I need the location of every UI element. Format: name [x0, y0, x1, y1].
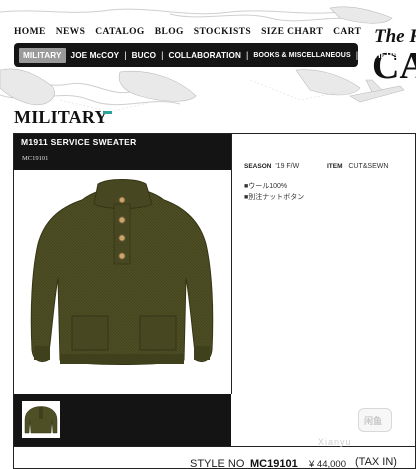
- product-code-bar: MC19101: [14, 150, 231, 170]
- tax-note: (TAX IN): [355, 456, 397, 468]
- product-thumbnail[interactable]: [22, 401, 60, 438]
- price-divider: [14, 446, 416, 447]
- category-collaboration[interactable]: COLLABORATION: [163, 51, 246, 60]
- sweater-thumbnail-image: [24, 406, 58, 434]
- price: ¥ 44,000: [309, 459, 346, 469]
- style-number-label: STYLE NO: [190, 458, 245, 469]
- nav-home[interactable]: HOME: [14, 27, 46, 37]
- material-spec: ■ウール100%: [244, 183, 288, 190]
- title-accent-mark: [103, 111, 112, 114]
- item-label: ITEM: [327, 163, 343, 170]
- page-title: MILITARY: [14, 107, 108, 127]
- product-name: M1911 SERVICE SWEATER: [21, 137, 137, 147]
- nav-news[interactable]: NEWS: [56, 27, 86, 37]
- product-code: MC19101: [22, 155, 49, 162]
- category-joe-mccoy[interactable]: JOE McCOY: [66, 51, 125, 60]
- season-spec: SEASON '19 F/W: [244, 163, 299, 170]
- category-bar: MILITARY JOE McCOY | BUCO | COLLABORATIO…: [14, 43, 398, 67]
- nav-stockists[interactable]: STOCKISTS: [194, 27, 251, 37]
- sweater-image: [30, 179, 214, 365]
- category-military[interactable]: MILITARY: [19, 47, 66, 63]
- style-number: MC19101: [250, 458, 298, 469]
- nav-blog[interactable]: BLOG: [155, 27, 184, 37]
- season-value: '19 F/W: [275, 163, 300, 170]
- item-value: CUT&SEWN: [348, 163, 389, 170]
- top-nav: HOME NEWS CATALOG BLOG STOCKISTS SIZE CH…: [14, 27, 361, 37]
- season-label: SEASON: [244, 163, 272, 170]
- watermark-badge: 闲鱼: [358, 408, 392, 432]
- category-buco[interactable]: BUCO: [127, 51, 162, 60]
- item-spec: ITEM CUT&SEWN: [327, 163, 388, 170]
- nav-catalog[interactable]: CATALOG: [95, 27, 144, 37]
- category-others[interactable]: OTHERS: [358, 51, 403, 60]
- product-name-bar: M1911 SERVICE SWEATER: [14, 134, 231, 150]
- category-books[interactable]: BOOKS & MISCELLANEOUS: [248, 52, 355, 59]
- product-photo[interactable]: [14, 170, 231, 394]
- watermark-text: Xianyu: [318, 437, 352, 447]
- watermark-badge-text: 闲鱼: [364, 416, 383, 426]
- nav-size-chart[interactable]: SIZE CHART: [261, 27, 323, 37]
- nav-cart[interactable]: CART: [333, 27, 361, 37]
- column-divider: [231, 134, 232, 394]
- button-spec: ■別注ナットボタン: [244, 194, 305, 201]
